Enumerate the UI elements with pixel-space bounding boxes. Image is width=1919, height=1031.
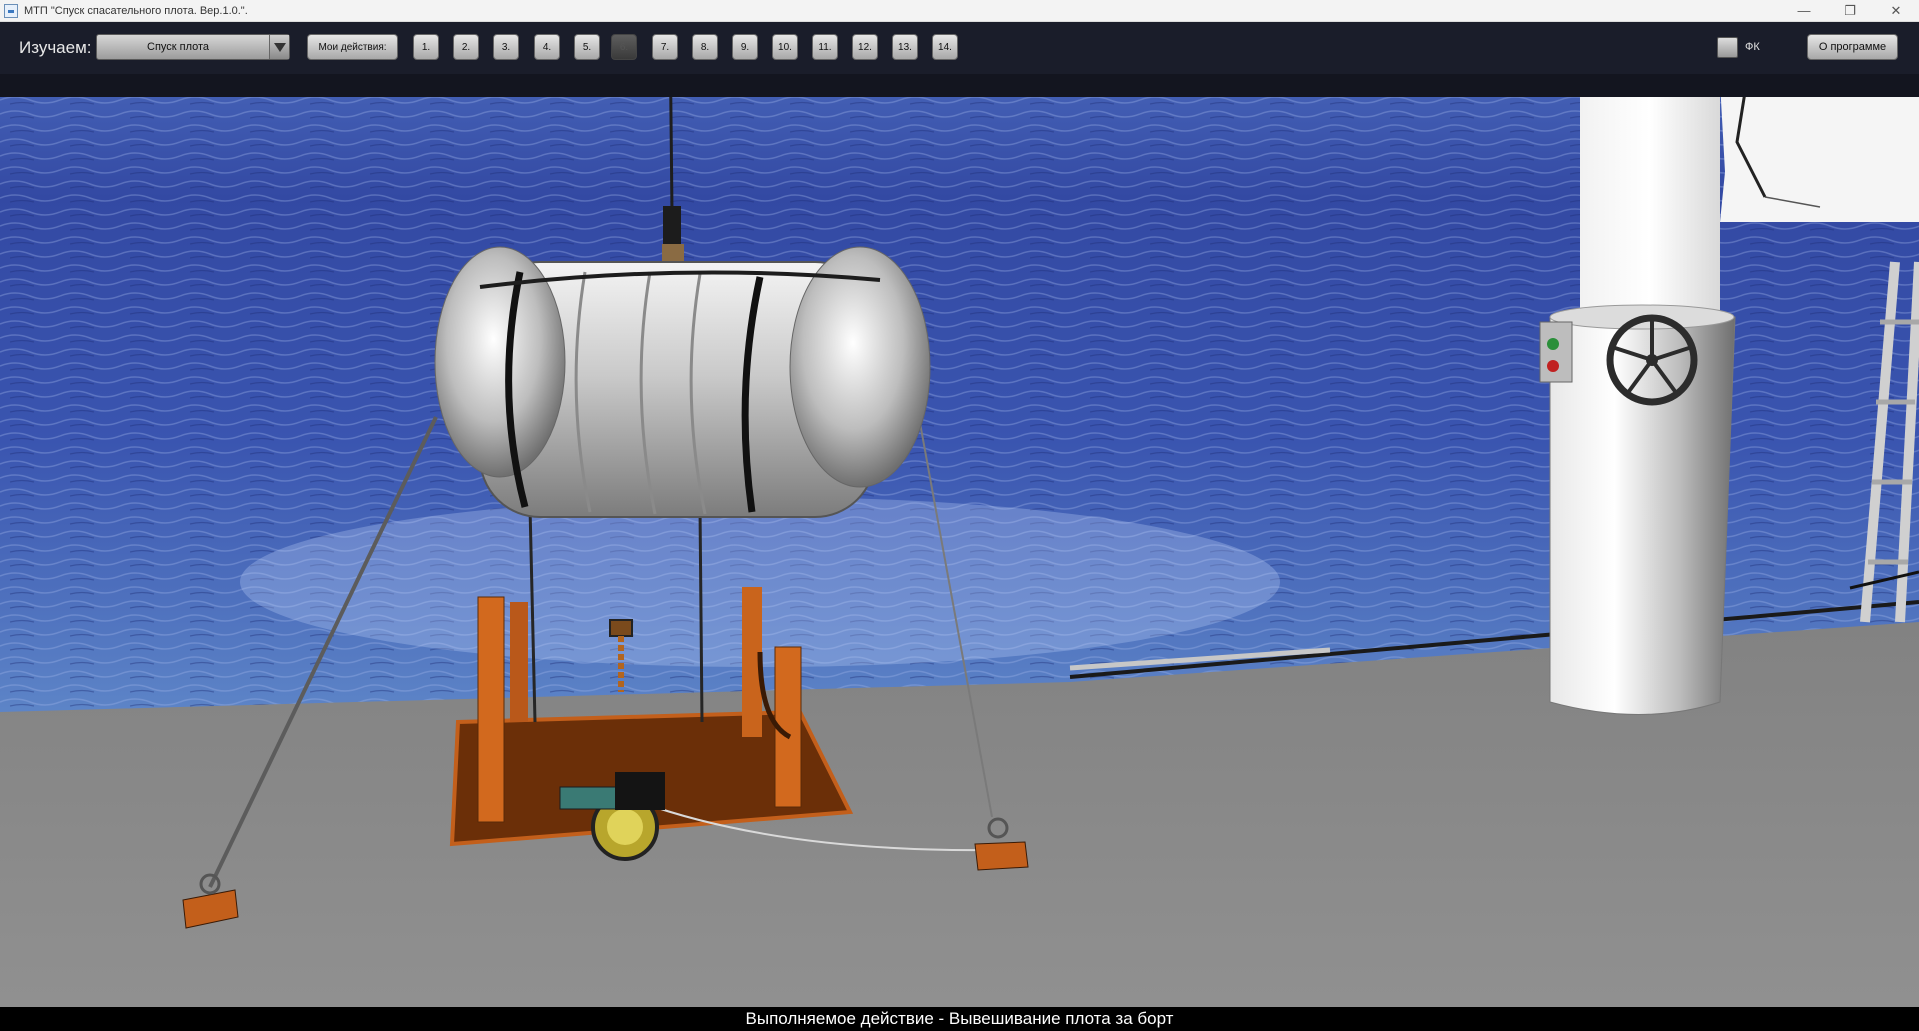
about-button[interactable]: О программе — [1807, 34, 1898, 60]
3d-viewport[interactable] — [0, 22, 1919, 1007]
step-button-6[interactable]: 6. — [611, 34, 637, 60]
step-button-14[interactable]: 14. — [932, 34, 958, 60]
toolbar: Изучаем: Спуск плота Мои действия: 1. 2.… — [0, 22, 1919, 97]
fk-checkbox-label: ФК — [1745, 41, 1760, 53]
green-indicator-light — [1547, 338, 1559, 350]
step-button-1[interactable]: 1. — [413, 34, 439, 60]
step-button-10[interactable]: 10. — [772, 34, 798, 60]
step-button-4[interactable]: 4. — [534, 34, 560, 60]
red-indicator-light — [1547, 360, 1559, 372]
cradle-support-left-back — [510, 602, 528, 722]
topic-select-value: Спуск плота — [147, 41, 210, 53]
maximize-button[interactable]: ❐ — [1827, 0, 1873, 22]
step-button-13[interactable]: 13. — [892, 34, 918, 60]
step-button-9[interactable]: 9. — [732, 34, 758, 60]
step-button-7[interactable]: 7. — [652, 34, 678, 60]
step-button-8[interactable]: 8. — [692, 34, 718, 60]
window-titlebar: МТП "Спуск спасательного плота. Вер.1.0.… — [0, 0, 1919, 22]
crane-arm — [1720, 82, 1919, 222]
study-label: Изучаем: — [19, 38, 92, 57]
topic-select[interactable]: Спуск плота — [96, 34, 290, 60]
close-button[interactable]: ✕ — [1873, 0, 1919, 22]
chevron-down-icon[interactable] — [269, 35, 289, 59]
raft-strap-mid — [698, 506, 704, 723]
winch-control-box — [1539, 321, 1573, 383]
my-actions-button[interactable]: Мои действия: — [307, 34, 398, 60]
window-title: МТП "Спуск спасательного плота. Вер.1.0.… — [24, 4, 248, 17]
step-button-2[interactable]: 2. — [453, 34, 479, 60]
crane-post — [1580, 97, 1720, 322]
step-button-12[interactable]: 12. — [852, 34, 878, 60]
status-bar: Выполняемое действие - Вывешивание плота… — [0, 1007, 1919, 1031]
winch-drum — [1549, 316, 1736, 715]
hook-block — [663, 206, 681, 244]
liferaft-container[interactable] — [434, 246, 931, 518]
step-button-3[interactable]: 3. — [493, 34, 519, 60]
cradle-support-left-front — [477, 596, 505, 823]
app-icon — [4, 3, 18, 18]
fk-checkbox[interactable] — [1717, 37, 1738, 58]
minimize-button[interactable]: — — [1781, 0, 1827, 22]
step-button-5[interactable]: 5. — [574, 34, 600, 60]
step-button-11[interactable]: 11. — [812, 34, 838, 60]
